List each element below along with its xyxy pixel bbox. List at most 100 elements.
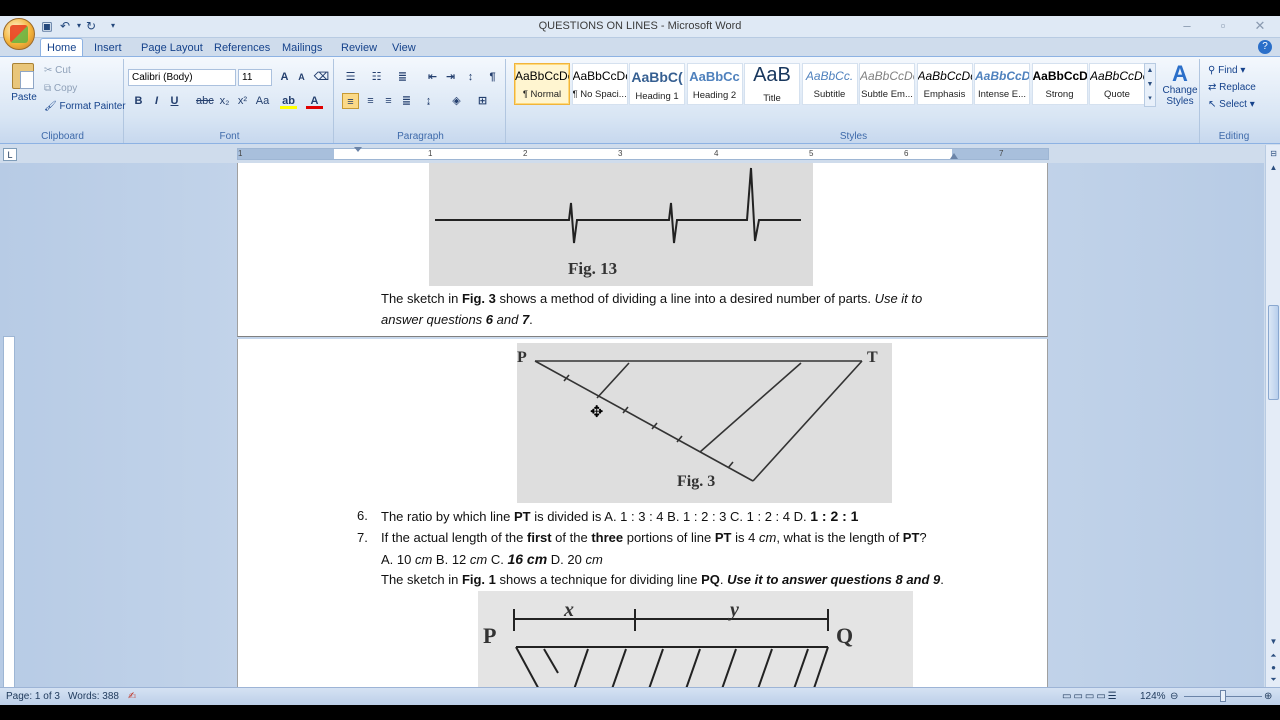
vertical-ruler[interactable]: [3, 336, 15, 705]
line-spacing-icon[interactable]: ↨: [420, 93, 437, 109]
zoom-slider-thumb[interactable]: [1220, 690, 1226, 702]
paste-doc-icon: [20, 71, 34, 89]
word-count[interactable]: Words: 388: [68, 691, 119, 702]
tab-mailings[interactable]: Mailings: [276, 40, 328, 57]
grow-font-icon[interactable]: A: [276, 69, 293, 85]
tab-review[interactable]: Review: [335, 40, 383, 57]
superscript-button[interactable]: x²: [234, 93, 251, 109]
italic-button[interactable]: I: [148, 93, 165, 109]
font-size-select[interactable]: 11: [238, 69, 272, 86]
view-buttons[interactable]: ▭▭▭▭☰: [1062, 691, 1119, 702]
tab-selector[interactable]: L: [3, 148, 17, 161]
sort-icon[interactable]: ↕: [462, 69, 479, 85]
styles-scroll[interactable]: ▲ ▼ ▾: [1144, 63, 1156, 107]
style-title[interactable]: AaB Title: [744, 63, 800, 105]
style-emphasis[interactable]: AaBbCcDc Emphasis: [916, 63, 973, 105]
font-family-select[interactable]: Calibri (Body): [128, 69, 236, 86]
change-case-button[interactable]: Aa: [254, 93, 271, 109]
align-left-icon[interactable]: ≡: [342, 93, 359, 109]
tab-home[interactable]: Home: [40, 38, 84, 57]
increase-indent-icon[interactable]: ⇥: [442, 69, 459, 85]
office-button[interactable]: [3, 18, 35, 50]
align-right-icon[interactable]: ≡: [380, 93, 397, 109]
fig-1-image[interactable]: P Q x y: [478, 591, 913, 687]
fig-3-label-p: P: [517, 349, 527, 366]
zoom-out-button[interactable]: ⊖: [1170, 691, 1178, 702]
horizontal-ruler[interactable]: 1 1 2 3 4 5 6 7: [237, 147, 1049, 160]
clear-formatting-icon[interactable]: ⌫: [313, 69, 330, 85]
bullets-icon[interactable]: ☰: [342, 69, 359, 85]
bold-button[interactable]: B: [130, 93, 147, 109]
find-button[interactable]: ⚲ Find ▾: [1208, 65, 1245, 76]
scroll-down-button[interactable]: ▼: [1267, 635, 1280, 648]
numbering-icon[interactable]: ☷: [368, 69, 385, 85]
zoom-in-button[interactable]: ⊕: [1264, 691, 1272, 702]
fig-3-image[interactable]: P T Fig. 3: [517, 343, 892, 503]
tab-view[interactable]: View: [386, 40, 422, 57]
style-name: ¶ No Spaci...: [572, 89, 627, 100]
change-styles-icon: A: [1172, 61, 1188, 86]
style-normal[interactable]: AaBbCcDc ¶ Normal: [514, 63, 570, 105]
underline-button[interactable]: U: [166, 93, 183, 109]
page-count[interactable]: Page: 1 of 3: [6, 691, 60, 702]
style-no-spaci[interactable]: AaBbCcDc ¶ No Spaci...: [571, 63, 628, 105]
decrease-indent-icon[interactable]: ⇤: [424, 69, 441, 85]
align-center-icon[interactable]: ≡: [362, 93, 379, 109]
paste-button[interactable]: Paste: [8, 63, 38, 103]
cut-button[interactable]: ✂ Cut: [44, 65, 71, 76]
font-group-label: Font: [219, 131, 240, 142]
scrollbar-thumb[interactable]: [1268, 305, 1279, 400]
split-icon[interactable]: ⊟: [1267, 147, 1280, 160]
borders-icon[interactable]: ⊞: [474, 93, 491, 109]
strikethrough-button[interactable]: abc: [196, 93, 214, 109]
page-1[interactable]: Fig. 13 The sketch in Fig. 3 shows a met…: [237, 163, 1048, 337]
question-6: The ratio by which line PT is divided is…: [381, 508, 859, 524]
zoom-level[interactable]: 124%: [1140, 691, 1166, 702]
replace-button[interactable]: ⇄ Replace: [1208, 82, 1256, 93]
document-workspace[interactable]: Fig. 13 The sketch in Fig. 3 shows a met…: [0, 163, 1264, 687]
tab-page-layout[interactable]: Page Layout: [135, 40, 209, 57]
shading-icon[interactable]: ◈: [448, 93, 465, 109]
first-line-indent-marker[interactable]: [354, 147, 362, 152]
highlight-icon[interactable]: ab: [280, 93, 297, 109]
font-color-icon[interactable]: A: [306, 93, 323, 109]
copy-button[interactable]: ⧉ Copy: [44, 83, 77, 94]
minimize-button[interactable]: –: [1175, 18, 1199, 34]
justify-icon[interactable]: ≣: [398, 93, 415, 109]
vertical-scrollbar[interactable]: ⊟ ▲ ▼ ⏶ ● ⏷: [1265, 145, 1280, 687]
fig-13-image[interactable]: Fig. 13: [429, 163, 813, 286]
paragraph-group-label: Paragraph: [397, 131, 444, 142]
style-heading-1[interactable]: AaBbC(Heading 1: [629, 63, 685, 105]
change-styles-button[interactable]: A Change Styles: [1160, 63, 1200, 109]
page-2[interactable]: P T Fig. 3 ✥ 6. The ratio by which line …: [237, 339, 1048, 687]
proofing-icon[interactable]: ✍: [128, 691, 136, 702]
style-quote[interactable]: AaBbCcDc Quote: [1089, 63, 1145, 105]
find-label: Find: [1218, 65, 1238, 76]
multilevel-list-icon[interactable]: ≣: [394, 69, 411, 85]
scroll-up-button[interactable]: ▲: [1267, 161, 1280, 174]
maximize-button[interactable]: ▫: [1211, 18, 1235, 34]
format-painter-button[interactable]: 🖌 Format Painter: [44, 101, 126, 112]
style-intense-e[interactable]: AaBbCcDc Intense E...: [974, 63, 1030, 105]
ribbon-tabs: Home Insert Page Layout References Maili…: [0, 38, 1280, 57]
replace-label: Replace: [1219, 82, 1256, 93]
next-page-button[interactable]: ⏷: [1267, 673, 1280, 686]
close-button[interactable]: ✕: [1248, 18, 1272, 34]
question-7: If the actual length of the first of the…: [381, 530, 927, 545]
right-indent-marker[interactable]: [950, 153, 958, 159]
replace-icon: ⇄: [1208, 82, 1220, 93]
shrink-font-icon[interactable]: A: [293, 69, 310, 85]
style-subtle-em[interactable]: AaBbCcDc Subtle Em...: [859, 63, 915, 105]
style-heading-2[interactable]: AaBbCc Heading 2: [686, 63, 743, 105]
show-formatting-icon[interactable]: ¶: [484, 69, 501, 85]
subscript-button[interactable]: x₂: [216, 93, 233, 109]
tab-insert[interactable]: Insert: [88, 40, 128, 57]
style-strong[interactable]: AaBbCcDc Strong: [1031, 63, 1088, 105]
paste-label: Paste: [11, 92, 37, 103]
tab-references[interactable]: References: [208, 40, 276, 57]
style-subtitle[interactable]: AaBbCc. Subtitle: [801, 63, 858, 105]
fig-13-waveform: [435, 167, 801, 244]
font-group: Calibri (Body) 11 A A ⌫ B I U abc x₂ x² …: [126, 59, 334, 143]
select-button[interactable]: ↖ Select ▾: [1208, 99, 1255, 110]
help-icon[interactable]: ?: [1258, 40, 1272, 54]
